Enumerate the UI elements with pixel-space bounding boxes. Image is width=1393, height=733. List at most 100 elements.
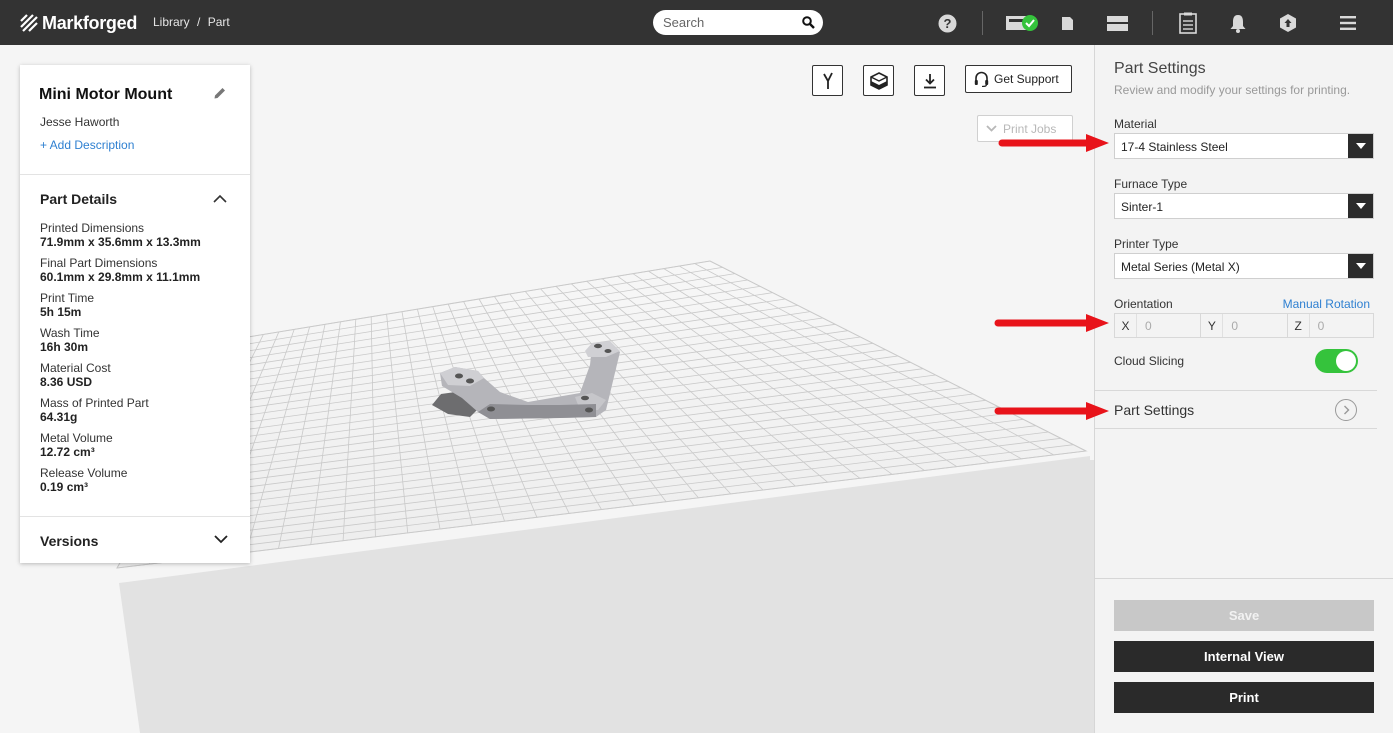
material-label: Material — [1114, 117, 1157, 131]
orientation-label: Orientation — [1114, 297, 1173, 311]
annotation-arrow-orientation — [994, 314, 1109, 332]
cloud-slicing-label: Cloud Slicing — [1114, 354, 1185, 368]
breadcrumb-library[interactable]: Library — [153, 15, 190, 29]
add-description-link[interactable]: + Add Description — [40, 138, 134, 152]
part-settings-panel: Part Settings Review and modify your set… — [1094, 45, 1393, 733]
detail-label: Material Cost — [40, 361, 111, 375]
orientation-z[interactable]: Z0 — [1288, 314, 1373, 337]
branch-icon — [822, 72, 833, 89]
part-details-heading[interactable]: Part Details — [40, 191, 117, 207]
bell-icon[interactable] — [1229, 12, 1247, 34]
divider — [20, 174, 250, 175]
material-value: 17-4 Stainless Steel — [1121, 140, 1228, 154]
breadcrumb-part[interactable]: Part — [208, 15, 230, 29]
divider — [1095, 578, 1393, 579]
annotation-arrow-material — [998, 134, 1109, 152]
printer-type-select[interactable]: Metal Series (Metal X) — [1114, 253, 1374, 279]
printer-type-value: Metal Series (Metal X) — [1121, 260, 1240, 274]
save-button[interactable]: Save — [1114, 600, 1374, 631]
cloud-slicing-toggle[interactable] — [1315, 349, 1358, 373]
detail-label: Wash Time — [40, 326, 100, 340]
download-button[interactable] — [914, 65, 945, 96]
furnace-type-select[interactable]: Sinter-1 — [1114, 193, 1374, 219]
detail-release-volume: Release Volume 0.19 cm³ — [40, 467, 240, 502]
detail-value: 8.36 USD — [40, 375, 93, 389]
part-details-list: Printed Dimensions 71.9mm x 35.6mm x 13.3… — [40, 222, 240, 502]
chevron-right-icon[interactable] — [1335, 399, 1357, 421]
detail-label: Metal Volume — [40, 431, 113, 445]
printer-type-label: Printer Type — [1114, 237, 1179, 251]
cube-icon — [869, 71, 888, 90]
detail-mass: Mass of Printed Part 64.31g — [40, 397, 240, 432]
manual-rotation-link[interactable]: Manual Rotation — [1283, 297, 1370, 311]
orientation-x[interactable]: X0 — [1115, 314, 1202, 337]
breadcrumb-separator: / — [197, 15, 201, 29]
detail-value: 16h 30m — [40, 340, 89, 354]
axis-label: Y — [1201, 314, 1224, 337]
detail-value: 71.9mm x 35.6mm x 13.3mm — [40, 235, 201, 249]
detail-value: 0.19 cm³ — [40, 480, 89, 494]
clipboard-icon[interactable] — [1179, 12, 1197, 34]
detail-print-time: Print Time 5h 15m — [40, 292, 240, 327]
orientation-y[interactable]: Y0 — [1201, 314, 1288, 337]
detail-value: 64.31g — [40, 410, 78, 424]
detail-label: Final Part Dimensions — [40, 256, 158, 270]
help-icon[interactable]: ? — [938, 12, 957, 34]
chevron-up-icon[interactable] — [213, 194, 227, 203]
detail-final-dimensions: Final Part Dimensions 60.1mm x 29.8mm x 1… — [40, 257, 240, 292]
internal-view-button[interactable]: Internal View — [1114, 641, 1374, 672]
printer-icon[interactable] — [1107, 12, 1128, 34]
menu-icon[interactable] — [1340, 12, 1356, 34]
dropdown-arrow-icon[interactable] — [1348, 134, 1373, 158]
divider — [1095, 390, 1377, 391]
detail-wash-time: Wash Time 16h 30m — [40, 327, 240, 362]
detail-label: Printed Dimensions — [40, 221, 145, 235]
material-icon[interactable] — [1061, 12, 1074, 34]
detail-printed-dimensions: Printed Dimensions 71.9mm x 35.6mm x 13.3… — [40, 222, 240, 257]
annotation-arrow-part-settings — [994, 402, 1109, 420]
download-icon — [923, 73, 936, 88]
edit-pencil-icon[interactable] — [213, 86, 227, 100]
panel-subtitle: Review and modify your settings for prin… — [1114, 83, 1351, 97]
panel-title: Part Settings — [1114, 60, 1206, 77]
layer-view-button[interactable] — [863, 65, 894, 96]
orientation-z-value[interactable]: 0 — [1310, 319, 1325, 333]
print-button[interactable]: Print — [1114, 682, 1374, 713]
account-icon[interactable] — [1279, 12, 1297, 34]
section-view-button[interactable] — [812, 65, 843, 96]
detail-material-cost: Material Cost 8.36 USD — [40, 362, 240, 397]
orientation-x-value[interactable]: 0 — [1137, 319, 1152, 333]
axis-label: Z — [1288, 314, 1310, 337]
furnace-type-label: Furnace Type — [1114, 177, 1188, 191]
get-support-button[interactable]: Get Support — [965, 65, 1072, 93]
detail-label: Release Volume — [40, 466, 128, 480]
furnace-type-value: Sinter-1 — [1121, 200, 1164, 214]
part-author: Jesse Haworth — [40, 115, 120, 129]
headset-icon — [974, 71, 989, 87]
detail-value: 60.1mm x 29.8mm x 11.1mm — [40, 270, 201, 284]
detail-value: 12.72 cm³ — [40, 445, 95, 459]
printer-status-icon[interactable] — [1005, 12, 1039, 34]
axis-label: X — [1115, 314, 1137, 337]
material-select[interactable]: 17-4 Stainless Steel — [1114, 133, 1374, 159]
dropdown-arrow-icon[interactable] — [1348, 254, 1373, 278]
detail-label: Print Time — [40, 291, 95, 305]
search-input[interactable] — [663, 10, 793, 35]
detail-label: Mass of Printed Part — [40, 396, 149, 410]
detail-metal-volume: Metal Volume 12.72 cm³ — [40, 432, 240, 467]
versions-heading[interactable]: Versions — [40, 533, 98, 549]
chevron-down-icon[interactable] — [214, 535, 228, 544]
divider — [20, 516, 250, 517]
orientation-y-value[interactable]: 0 — [1223, 319, 1238, 333]
part-info-card: Mini Motor Mount Jesse Haworth + Add Des… — [20, 65, 250, 563]
svg-text:?: ? — [944, 16, 952, 31]
breadcrumb: Library / Part — [153, 15, 230, 29]
brand-logo[interactable]: Markforged — [19, 11, 137, 35]
search-icon[interactable] — [802, 16, 815, 29]
divider — [1095, 428, 1377, 429]
search-box — [653, 10, 823, 35]
part-title: Mini Motor Mount — [39, 86, 173, 103]
part-settings-link[interactable]: Part Settings — [1114, 402, 1194, 418]
orientation-inputs: X0 Y0 Z0 — [1114, 313, 1374, 338]
dropdown-arrow-icon[interactable] — [1348, 194, 1373, 218]
